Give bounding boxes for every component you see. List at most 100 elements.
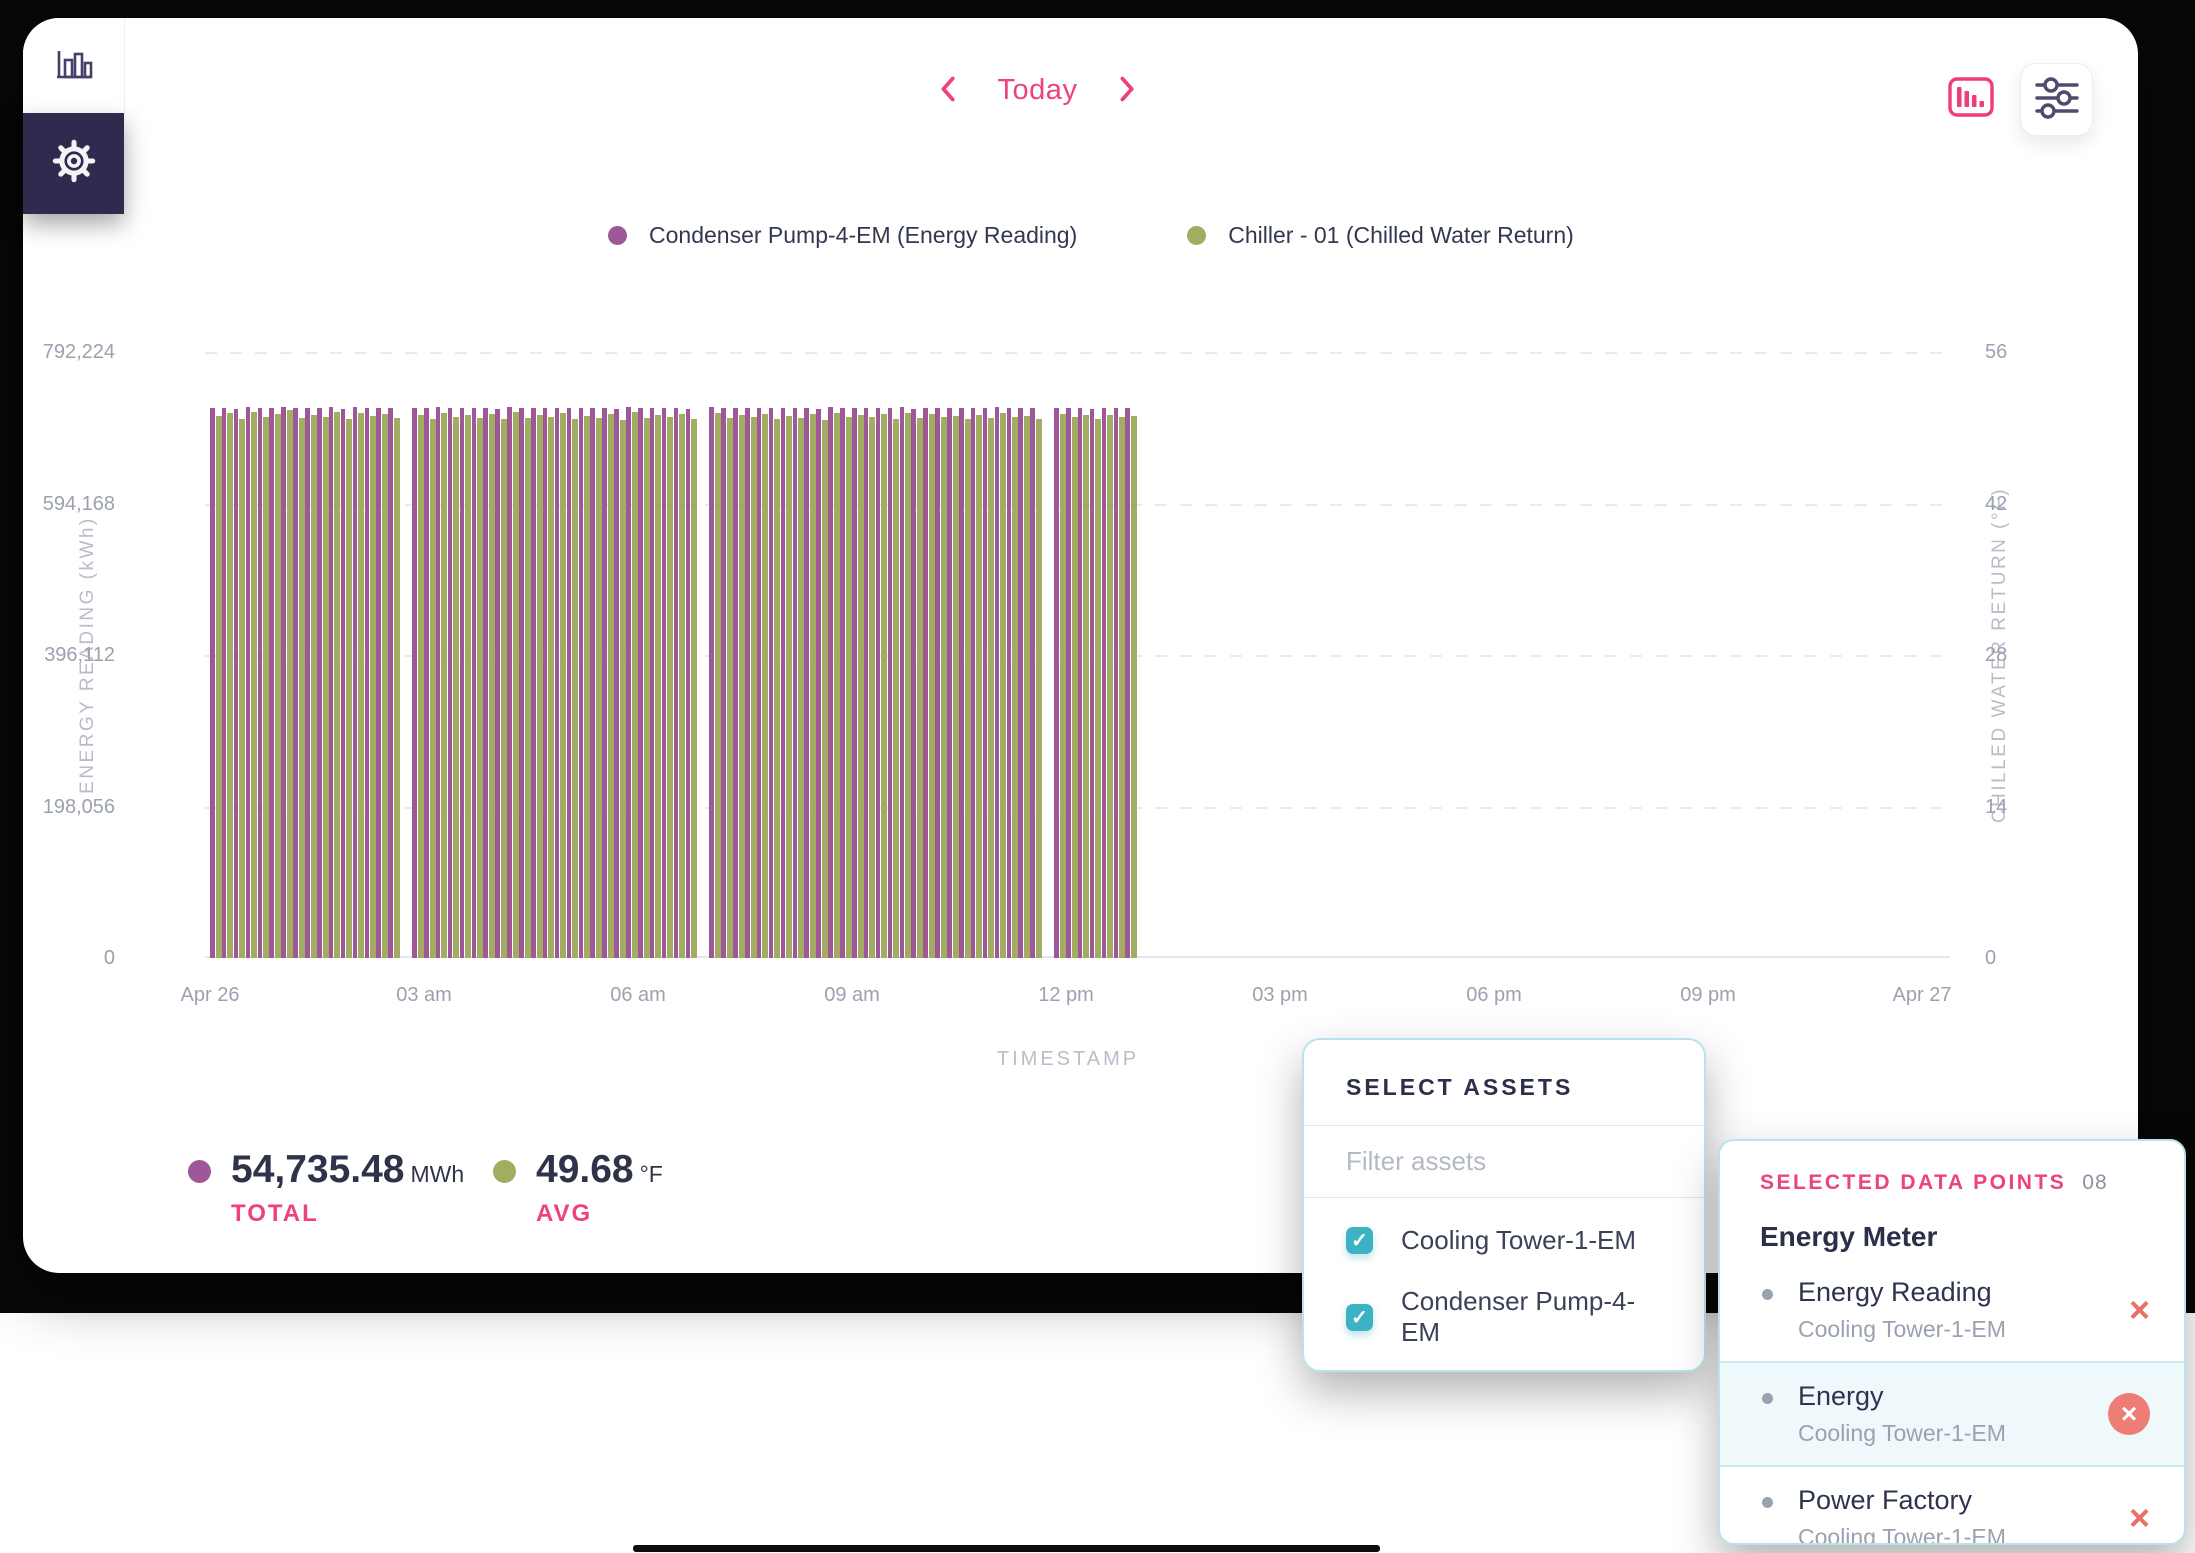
x-axis-tick: Apr 27 bbox=[1893, 984, 1952, 1007]
temperature-bar bbox=[941, 417, 947, 958]
energy-bar bbox=[317, 408, 322, 958]
sidebar-item-settings[interactable] bbox=[23, 113, 124, 214]
energy-bar bbox=[959, 408, 964, 958]
asset-option-row[interactable]: Cooling Tower-3-EM bbox=[1304, 1363, 1704, 1372]
temperature-bar bbox=[929, 414, 935, 958]
selected-points-header: SELECTED DATA POINTS 08 bbox=[1720, 1141, 2184, 1195]
temperature-bar bbox=[644, 418, 650, 958]
energy-bar bbox=[662, 408, 667, 958]
chart-bars[interactable] bbox=[210, 352, 1922, 958]
data-point-row[interactable]: Energy ReadingCooling Tower-1-EM× bbox=[1720, 1259, 2184, 1361]
data-point-asset: Cooling Tower-1-EM bbox=[1798, 1420, 2094, 1447]
stat-unit: °F bbox=[640, 1161, 663, 1188]
chart-type-button[interactable] bbox=[1947, 76, 1995, 118]
data-point-name: Energy bbox=[1798, 1381, 2094, 1412]
temperature-bar bbox=[632, 412, 638, 958]
temperature-bar bbox=[620, 420, 626, 958]
energy-bar bbox=[804, 408, 809, 958]
temperature-bar bbox=[1060, 414, 1066, 958]
energy-bar bbox=[555, 408, 560, 958]
stat-value: 54,735.48 bbox=[231, 1148, 405, 1192]
asset-option-row[interactable]: ✓Cooling Tower-1-EM bbox=[1304, 1210, 1704, 1271]
y-right-tick: 0 bbox=[1985, 947, 1996, 970]
temperature-bar bbox=[323, 417, 329, 958]
energy-bar bbox=[436, 407, 441, 958]
energy-bar bbox=[281, 407, 286, 958]
asset-option-label: Condenser Pump-4-EM bbox=[1401, 1286, 1662, 1348]
checkbox-checked-icon[interactable]: ✓ bbox=[1346, 1304, 1373, 1331]
sidebar-item-charts[interactable] bbox=[23, 18, 125, 114]
energy-bar bbox=[293, 408, 298, 958]
remove-data-point-button[interactable]: × bbox=[2129, 1292, 2150, 1328]
temperature-bar bbox=[394, 418, 400, 958]
energy-bar bbox=[388, 408, 393, 958]
temperature-bar bbox=[453, 417, 459, 958]
temperature-bar bbox=[1024, 416, 1030, 958]
x-axis-tick: 03 pm bbox=[1252, 984, 1308, 1007]
data-point-row[interactable]: Power FactoryCooling Tower-1-EM× bbox=[1720, 1467, 2184, 1545]
temperature-bar bbox=[441, 413, 447, 958]
energy-bar bbox=[876, 408, 881, 958]
checkbox-checked-icon[interactable]: ✓ bbox=[1346, 1227, 1373, 1254]
energy-bar bbox=[1114, 408, 1119, 958]
temperature-bar bbox=[786, 416, 792, 958]
energy-bar bbox=[1007, 408, 1012, 958]
temperature-bar bbox=[1072, 417, 1078, 958]
energy-bar bbox=[222, 408, 227, 958]
temperature-bar bbox=[1000, 413, 1006, 958]
filter-settings-button[interactable] bbox=[2020, 63, 2093, 136]
y-left-tick: 792,224 bbox=[5, 341, 115, 364]
chevron-left-icon bbox=[936, 75, 960, 106]
temperature-bar bbox=[881, 414, 887, 958]
next-day-button[interactable] bbox=[1115, 75, 1139, 106]
energy-bar bbox=[1102, 408, 1107, 958]
x-axis-tick: 03 am bbox=[396, 984, 452, 1007]
temperature-bar bbox=[560, 413, 566, 958]
chevron-right-icon bbox=[1115, 75, 1139, 106]
stat-dot-olive bbox=[493, 1160, 516, 1183]
temperature-bar bbox=[1119, 417, 1125, 958]
legend-item-energy[interactable]: Condenser Pump-4-EM (Energy Reading) bbox=[608, 222, 1077, 249]
legend-item-chilled-water[interactable]: Chiller - 01 (Chilled Water Return) bbox=[1187, 222, 1574, 249]
temperature-bar bbox=[287, 410, 293, 958]
temperature-bar bbox=[501, 419, 507, 958]
energy-bar bbox=[1078, 408, 1083, 958]
energy-bar bbox=[1054, 408, 1059, 958]
stat-caption: TOTAL bbox=[231, 1200, 464, 1228]
stat-unit: MWh bbox=[411, 1161, 465, 1188]
energy-bar bbox=[721, 408, 726, 958]
temperature-bar bbox=[477, 418, 483, 958]
filter-assets-input[interactable] bbox=[1304, 1126, 1704, 1197]
temperature-bar bbox=[251, 412, 257, 958]
y-right-tick: 28 bbox=[1985, 644, 2007, 667]
remove-data-point-button[interactable]: × bbox=[2108, 1393, 2150, 1435]
energy-bar bbox=[769, 408, 774, 958]
data-point-row[interactable]: Energy Cooling Tower-1-EM × bbox=[1720, 1361, 2184, 1467]
bar-chart-icon bbox=[54, 43, 94, 88]
bullet-icon bbox=[1762, 1393, 1773, 1404]
energy-bar bbox=[840, 408, 845, 958]
temperature-bar bbox=[548, 417, 554, 958]
temperature-bar bbox=[1012, 417, 1018, 958]
temperature-bar bbox=[727, 418, 733, 958]
y-left-tick: 594,168 bbox=[5, 493, 115, 516]
energy-bar bbox=[888, 408, 893, 958]
temperature-bar bbox=[655, 415, 661, 958]
temperature-bar bbox=[311, 415, 317, 958]
stat-value: 49.68 bbox=[536, 1148, 634, 1192]
remove-data-point-button[interactable]: × bbox=[2129, 1500, 2150, 1536]
energy-bar bbox=[733, 408, 738, 958]
energy-bar bbox=[448, 408, 453, 958]
temperature-bar bbox=[227, 413, 233, 958]
energy-bar bbox=[579, 408, 584, 958]
energy-bar bbox=[686, 409, 691, 958]
previous-day-button[interactable] bbox=[936, 75, 960, 106]
temperature-bar bbox=[216, 416, 222, 958]
temperature-bar bbox=[798, 418, 804, 958]
legend-dot-purple bbox=[608, 226, 627, 245]
stat-dot-purple bbox=[188, 1160, 211, 1183]
energy-bar bbox=[329, 407, 334, 958]
asset-option-row[interactable]: ✓ Condenser Pump-4-EM bbox=[1304, 1271, 1704, 1363]
sliders-icon bbox=[2034, 77, 2080, 122]
today-label[interactable]: Today bbox=[998, 74, 1078, 107]
